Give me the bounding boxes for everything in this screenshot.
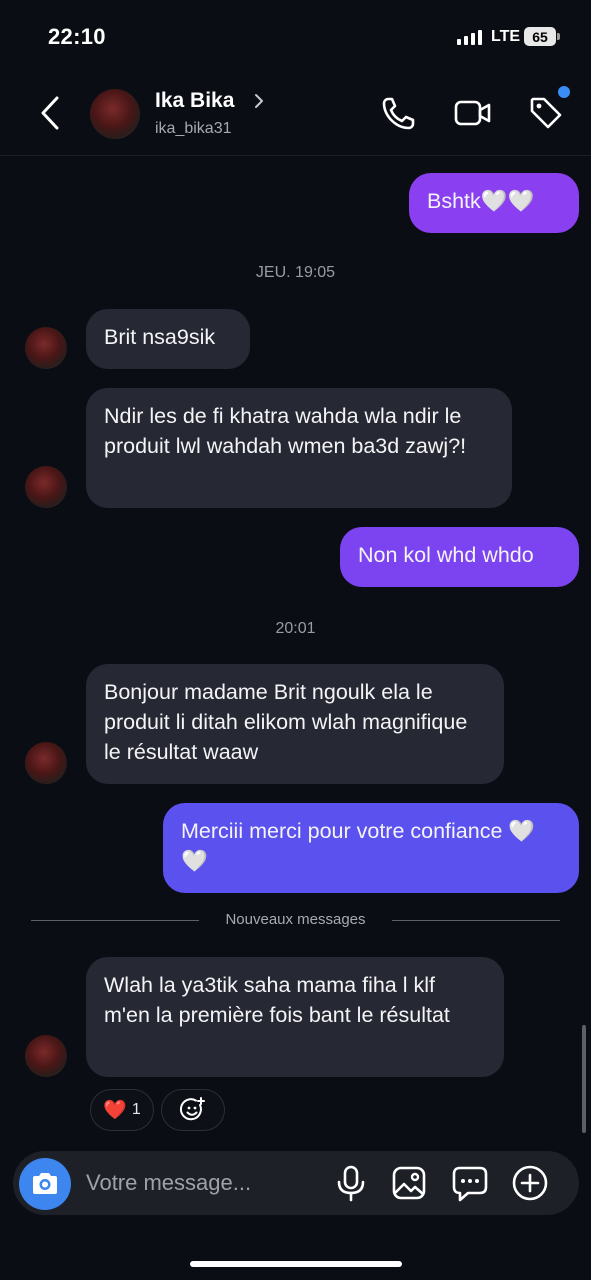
- battery-icon: 65: [524, 27, 556, 46]
- incoming-message-bubble[interactable]: Wlah la ya3tik saha mama fiha l klf m'en…: [86, 957, 504, 1077]
- sender-avatar[interactable]: [25, 466, 67, 508]
- incoming-message-bubble[interactable]: Bonjour madame Brit ngoulk ela le produi…: [86, 664, 504, 784]
- camera-button[interactable]: [19, 1158, 71, 1210]
- timestamp: 20:01: [275, 620, 316, 637]
- notification-dot: [558, 86, 570, 98]
- battery-level: 65: [532, 28, 548, 45]
- contact-avatar[interactable]: [90, 89, 140, 139]
- battery-tip: [557, 33, 560, 40]
- heart-reaction-icon: ❤️: [103, 1099, 127, 1121]
- sender-avatar[interactable]: [25, 1035, 67, 1077]
- timestamp: JEU. 19:05: [255, 264, 336, 281]
- divider-line: [392, 920, 560, 921]
- contact-username: ika_bika31: [155, 120, 232, 137]
- video-camera-icon[interactable]: [454, 94, 492, 132]
- microphone-icon[interactable]: [332, 1163, 370, 1203]
- image-icon[interactable]: [390, 1163, 428, 1203]
- plus-circle-icon[interactable]: [511, 1163, 549, 1203]
- chevron-right-icon[interactable]: [252, 92, 266, 110]
- scrollbar[interactable]: [582, 1025, 586, 1133]
- sender-avatar[interactable]: [25, 742, 67, 784]
- outgoing-message-bubble[interactable]: Non kol whd whdo: [340, 527, 579, 587]
- tag-icon[interactable]: [527, 94, 565, 132]
- outgoing-message-bubble[interactable]: Bshtk🤍🤍: [409, 173, 579, 233]
- contact-name[interactable]: Ika Bika: [155, 89, 234, 113]
- signal-strength-icon: [457, 30, 482, 45]
- reaction-pill[interactable]: ❤️ 1: [90, 1089, 154, 1131]
- home-indicator: [190, 1261, 402, 1267]
- sender-avatar[interactable]: [25, 327, 67, 369]
- header-divider: [0, 155, 591, 156]
- status-time: 22:10: [48, 24, 106, 49]
- chat-bubble-icon[interactable]: [451, 1163, 489, 1203]
- outgoing-message-bubble[interactable]: Merciii merci pour votre confiance 🤍🤍: [163, 803, 579, 893]
- add-reaction-icon: [179, 1097, 205, 1121]
- network-type: LTE: [491, 28, 521, 45]
- incoming-message-bubble[interactable]: Brit nsa9sik: [86, 309, 250, 369]
- camera-icon: [33, 1173, 57, 1194]
- phone-icon[interactable]: [380, 94, 418, 132]
- incoming-message-bubble[interactable]: Ndir les de fi khatra wahda wla ndir le …: [86, 388, 512, 508]
- reaction-count: 1: [131, 1101, 141, 1118]
- back-chevron-icon[interactable]: [32, 93, 72, 133]
- message-input[interactable]: [86, 1166, 326, 1200]
- add-reaction-button[interactable]: [161, 1089, 225, 1131]
